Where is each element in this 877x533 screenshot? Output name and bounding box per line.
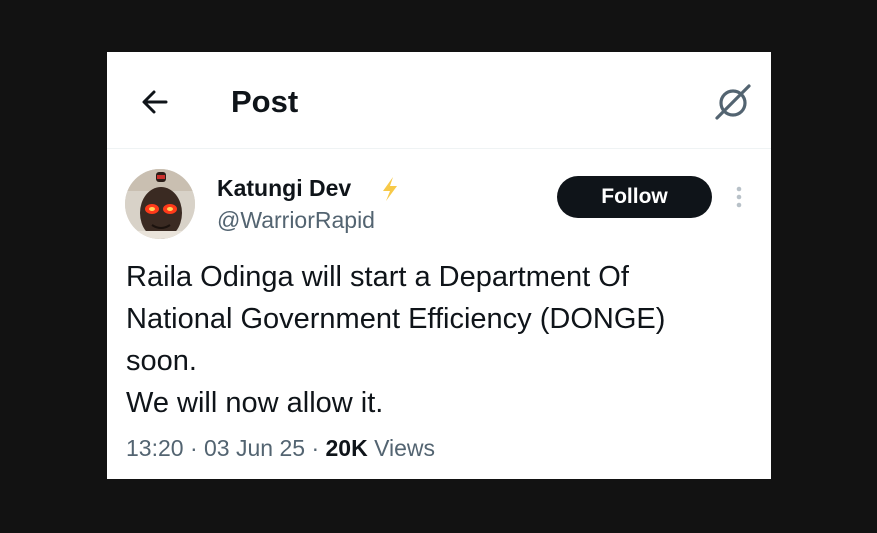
author-display-name[interactable]: Katungi Dev — [217, 174, 351, 202]
arrow-left-icon — [142, 90, 168, 114]
more-vertical-icon — [736, 186, 742, 208]
post-text-line: National Government Efficiency (DONGE) — [126, 303, 666, 335]
post-text-line: We will now allow it. — [126, 387, 384, 419]
grok-button[interactable] — [711, 80, 755, 124]
author-handle[interactable]: @WarriorRapid — [217, 206, 375, 234]
post-time[interactable]: 13:20 — [126, 435, 184, 461]
post-date[interactable]: 03 Jun 25 — [204, 435, 305, 461]
page-title: Post — [231, 84, 299, 119]
lightning-badge-icon — [380, 176, 400, 202]
follow-button[interactable]: Follow — [557, 176, 712, 218]
top-bar: Post — [107, 52, 771, 149]
more-options-button[interactable] — [729, 182, 749, 214]
back-button[interactable] — [135, 82, 175, 122]
post-text-line: soon. — [126, 345, 197, 377]
post-screen: Post Katungi Dev @WarriorRapid Follow Ra… — [107, 52, 771, 479]
view-count[interactable]: 20K — [326, 435, 368, 461]
views-label: Views — [374, 435, 436, 461]
avatar[interactable] — [125, 169, 195, 239]
meta-separator: · — [311, 435, 320, 461]
post-text-line: Raila Odinga will start a Department Of — [126, 261, 629, 293]
post-body: Raila Odinga will start a Department Of … — [126, 256, 756, 424]
avatar-image — [125, 169, 195, 239]
post-meta: 13:20 · 03 Jun 25 · 20K Views — [126, 433, 435, 463]
meta-separator: · — [189, 435, 198, 461]
grok-icon — [715, 84, 751, 120]
